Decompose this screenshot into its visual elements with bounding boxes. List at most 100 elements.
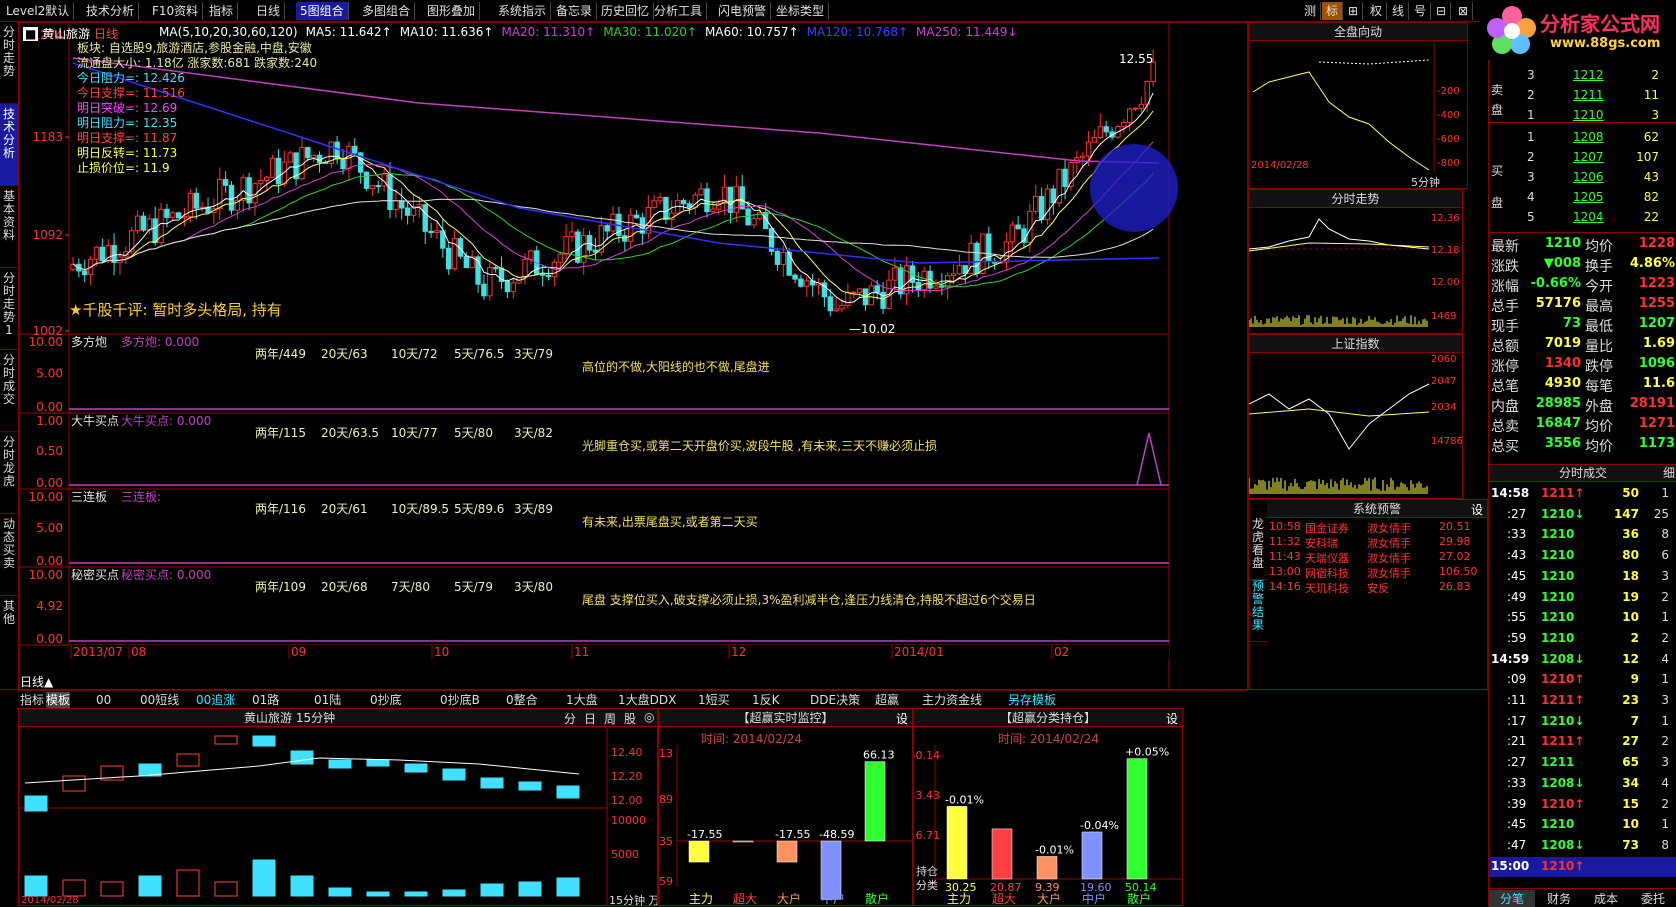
left-tab-1[interactable]: 技术分析 (0, 104, 18, 186)
template-tab-11[interactable]: 1大盘 (566, 692, 598, 708)
toolbar-button-1[interactable]: 标 (1322, 2, 1344, 20)
svg-text:-0.01%: -0.01% (1035, 843, 1074, 856)
left-tab-6[interactable]: 动态买卖 (0, 514, 18, 596)
menu-item-3[interactable]: 指标 (205, 2, 239, 20)
quote-footer-tab-1[interactable]: 财务 (1536, 890, 1582, 907)
left-tab-3[interactable]: 分时走势1 (0, 268, 18, 350)
trade-price: 1211 (1541, 755, 1575, 770)
trades-detail-button[interactable]: 细 (1663, 465, 1675, 482)
trade-count: 3 (1661, 755, 1669, 770)
trade-row: :39 1210↑ 15 2 (1489, 795, 1676, 815)
template-tab-1[interactable]: 指标 (20, 692, 44, 708)
toolbar-button-2[interactable]: ⊞ (1344, 2, 1364, 20)
kline15-tab-3[interactable]: 股 (624, 710, 636, 727)
template-tab-4[interactable]: 00短线 (140, 692, 179, 708)
toolbar-button-4[interactable]: 线 (1388, 2, 1410, 20)
template-tab-7[interactable]: 01陆 (314, 692, 341, 708)
template-tab-16[interactable]: 超赢 (875, 692, 899, 708)
template-tab-14[interactable]: 1反K (752, 692, 780, 708)
menu-item-7[interactable]: 图形叠加 (423, 2, 481, 20)
alert-row[interactable]: 10:58 国金证券 淑女倩手 20.51 (1269, 520, 1487, 535)
svg-text:分类: 分类 (916, 878, 938, 892)
trade-time: :33 (1507, 775, 1527, 790)
bid-price[interactable]: 1204 (1573, 210, 1604, 224)
trade-row: 14:59 1208↓ 12 4 (1489, 650, 1676, 670)
menu-item-9[interactable]: 备忘录 (552, 2, 598, 20)
bid-price[interactable]: 1205 (1573, 190, 1604, 204)
template-tab-9[interactable]: 0抄底B (440, 692, 480, 708)
template-tab-13[interactable]: 1短买 (698, 692, 730, 708)
svg-text:1183: 1183 (32, 130, 63, 144)
template-tab-8[interactable]: 0抄底 (370, 692, 402, 708)
alert-row[interactable]: 11:32 安科瑞 淑女倩手 29.98 (1269, 535, 1487, 550)
template-tab-15[interactable]: DDE决策 (810, 692, 860, 708)
ask-price[interactable]: 1210 (1573, 108, 1604, 122)
alert-row[interactable]: 14:16 天玑科技 安反 26.83 (1269, 580, 1487, 595)
svg-text:超大: 超大 (733, 891, 757, 905)
kline15-canvas[interactable]: 12.40 12.20 12.00 10000 5000 2014/02/28 15分钟 万… (19, 728, 657, 906)
kline15-tab-2[interactable]: 周 (604, 710, 616, 727)
quote-footer-tabs: 分笔 财务 成本 委托 (1489, 888, 1676, 907)
menu-item-4[interactable]: 日线 (252, 2, 286, 20)
ask-price[interactable]: 1212 (1573, 68, 1604, 82)
kline-canvas[interactable]: 127411831092100212.55—10.02★千股千评: 暂时多头格局… (19, 23, 1247, 689)
menu-item-13[interactable]: 坐标类型 (772, 2, 830, 20)
alert-settings-button[interactable]: 设 (1471, 501, 1483, 518)
left-tab-0[interactable]: 分时走势 (0, 22, 18, 104)
alert-row[interactable]: 11:43 天瑞仪器 淑女倩手 27.02 (1269, 550, 1487, 565)
toolbar-button-0[interactable]: 测 (1300, 2, 1322, 20)
toolbar-button-7[interactable]: ⊠ (1454, 2, 1474, 20)
menu-item-10[interactable]: 历史回忆 (597, 2, 655, 20)
trade-count: 1 (1661, 672, 1669, 687)
template-tab-0[interactable]: 日线▲ (20, 674, 53, 690)
template-tab-17[interactable]: 主力资金线 (922, 692, 982, 708)
toolbar-button-6[interactable]: ⊟ (1432, 2, 1452, 20)
alert-rule: 淑女倩手 (1367, 567, 1411, 580)
holdings-settings-button[interactable]: 设 (1166, 710, 1178, 727)
menu-item-8[interactable]: 系统指示 (494, 2, 552, 20)
quote-footer-tab-3[interactable]: 委托 (1630, 890, 1676, 907)
left-tab-5[interactable]: 分时龙虎 (0, 432, 18, 514)
menu-item-6[interactable]: 多图组合 (358, 2, 416, 20)
menu-item-2[interactable]: F10资料 (148, 2, 204, 20)
menu-item-1[interactable]: 技术分析 (82, 2, 140, 20)
left-tab-2[interactable]: 基本资料 (0, 186, 18, 268)
template-tab-10[interactable]: 0整合 (506, 692, 538, 708)
toolbar-button-3[interactable]: 权 (1366, 2, 1388, 20)
menu-item-0[interactable]: Level2默认 (2, 2, 75, 20)
svg-text:1.00: 1.00 (36, 414, 63, 428)
template-tab-2[interactable]: 模板 (46, 692, 71, 708)
alert-side-tab-1[interactable]: 预警结果 (1249, 580, 1267, 642)
menu-item-5[interactable]: 5图组合 (296, 2, 349, 20)
template-tab-6[interactable]: 01路 (252, 692, 279, 708)
alert-row[interactable]: 13:00 网宿科技 淑女倩手 106.50 (1269, 565, 1487, 580)
left-tab-7[interactable]: 其他 (0, 596, 18, 690)
template-tab-5[interactable]: 00追涨 (196, 692, 235, 708)
realtime-settings-button[interactable]: 设 (896, 710, 908, 727)
template-tab-12[interactable]: 1大盘DDX (618, 692, 676, 708)
bid-price[interactable]: 1207 (1573, 150, 1604, 164)
bar-0 (688, 840, 710, 863)
bid-price[interactable]: 1206 (1573, 170, 1604, 184)
template-tab-3[interactable]: 00 (96, 692, 111, 708)
quote-value: 1207 (1638, 316, 1675, 331)
kline15-tab-1[interactable]: 日 (584, 710, 596, 727)
quote-footer-tab-2[interactable]: 成本 (1583, 890, 1629, 907)
left-tab-4[interactable]: 分时成交 (0, 350, 18, 432)
template-tab-18[interactable]: 另存模板 (1008, 692, 1056, 708)
svg-text:3天/79: 3天/79 (514, 347, 553, 361)
market-direction-chart: -200 -400 -600 -800 2014/02/28 5分钟 (1251, 42, 1460, 188)
menu-item-11[interactable]: 分析工具 (650, 2, 708, 20)
trades-title[interactable]: 分时成交 (1559, 466, 1607, 480)
ask-price[interactable]: 1211 (1573, 88, 1604, 102)
svg-text:5天/89.6: 5天/89.6 (454, 502, 504, 516)
kline15-tab-4[interactable]: ◎ (644, 710, 654, 724)
alert-side-tab-0[interactable]: 龙虎看盘 (1249, 518, 1267, 580)
kline15-tab-0[interactable]: 分 (564, 710, 576, 727)
bid-price[interactable]: 1208 (1573, 130, 1604, 144)
menu-item-12[interactable]: 闪电预警 (714, 2, 772, 20)
toolbar-button-5[interactable]: 号 (1410, 2, 1432, 20)
trade-row: :27 1210↓ 147 25 (1489, 505, 1676, 525)
quote-footer-tab-0[interactable]: 分笔 (1489, 890, 1535, 907)
trade-price: 1210↓ (1541, 506, 1585, 521)
